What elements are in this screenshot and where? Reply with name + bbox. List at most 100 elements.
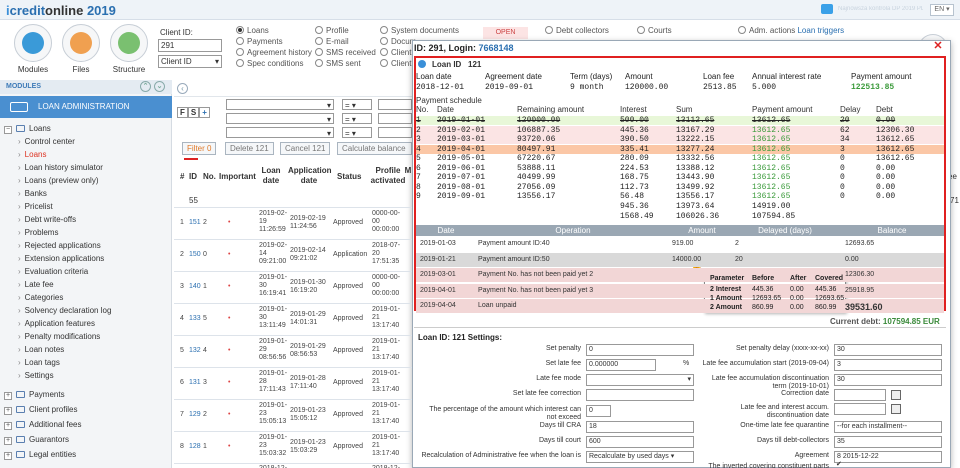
structure-button[interactable] (110, 24, 148, 62)
row-id[interactable]: 128 (189, 443, 201, 451)
sidebar-item-rejected-applications[interactable]: › Rejected applications (18, 239, 101, 252)
setting-input[interactable]: 30 (834, 344, 942, 356)
radio-profile[interactable]: Profile (315, 26, 349, 35)
setting-input[interactable] (834, 403, 886, 415)
col-m[interactable]: M (404, 166, 412, 175)
sidebar-item-penalty-modifications[interactable]: › Penalty modifications (18, 330, 100, 343)
chat-icon[interactable] (821, 4, 833, 14)
files-button[interactable] (62, 24, 100, 62)
setting-input[interactable]: 18 (586, 421, 694, 433)
collapse-up-icon[interactable]: ⌃ (140, 81, 151, 92)
setting-input[interactable]: 35 (834, 436, 942, 448)
calendar-icon[interactable] (891, 404, 901, 414)
sidebar-group-payments[interactable]: + Payments (4, 388, 65, 401)
language-select[interactable]: EN ▾ (930, 4, 954, 16)
close-icon[interactable]: ✕ (933, 40, 943, 52)
radio-system-documents[interactable]: System documents (380, 26, 459, 35)
radio-loans[interactable]: Loans (236, 26, 269, 35)
sidebar-item-settings[interactable]: › Settings (18, 369, 54, 382)
setting-checkbox[interactable]: ✔ (836, 461, 844, 468)
cancel-button[interactable]: Cancel 121 (280, 142, 331, 155)
col-application-date[interactable]: Application date (288, 166, 332, 186)
sidebar-item-problems[interactable]: › Problems (18, 226, 58, 239)
radio-sms-received[interactable]: SMS received (315, 48, 376, 57)
radio-client-a[interactable]: Client (380, 48, 411, 57)
setting-input[interactable]: 0 (586, 344, 694, 356)
setting-input[interactable]: 30 (834, 374, 942, 386)
loan-id-heading[interactable]: Loan ID 121 (418, 60, 481, 69)
filter-op-3[interactable]: = ▾ (342, 127, 372, 138)
collapse-down-icon[interactable]: ⌄ (154, 81, 165, 92)
sidebar-group-client-profiles[interactable]: + Client profiles (4, 403, 77, 416)
row-id[interactable]: 131 (189, 379, 201, 387)
setting-input[interactable]: 0.000000 (586, 359, 656, 371)
row-important[interactable]: • (228, 411, 230, 419)
filter-button[interactable]: Filter 0 (182, 142, 217, 155)
sidebar-item-loans[interactable]: › Loans (18, 148, 46, 161)
row-id[interactable]: 133 (189, 315, 201, 323)
col-status[interactable]: Status (337, 172, 361, 181)
col-no[interactable]: No. (203, 172, 216, 181)
sidebar-item-application-features[interactable]: › Application features (18, 317, 95, 330)
sidebar-item-control-center[interactable]: › Control center (18, 135, 75, 148)
radio-adm-actions[interactable]: Adm. actions Loan triggers (738, 26, 844, 35)
back-icon[interactable]: ‹ (177, 83, 188, 94)
sidebar-item-evaluation-criteria[interactable]: › Evaluation criteria (18, 265, 88, 278)
col-profile-activated[interactable]: Profile activated (370, 166, 406, 186)
radio-courts[interactable]: Courts (637, 26, 672, 35)
row-id[interactable]: 129 (189, 411, 201, 419)
client-search-type-select[interactable]: Client ID ▾ (158, 55, 222, 68)
row-id[interactable]: 151 (189, 219, 201, 227)
filter-op-1[interactable]: = ▾ (342, 99, 372, 110)
sidebar-item-loan-history-simulator[interactable]: › Loan history simulator (18, 161, 103, 174)
filter-field-1[interactable]: ▾ (226, 99, 334, 110)
setting-input[interactable]: 0 (586, 405, 611, 417)
row-important[interactable]: • (228, 251, 230, 259)
row-important[interactable]: • (228, 219, 230, 227)
app-logo[interactable]: icreditonline 2019 (6, 3, 116, 18)
row-id[interactable]: 132 (189, 347, 201, 355)
filter-value-1[interactable] (378, 99, 412, 110)
setting-input[interactable] (834, 389, 886, 401)
setting-input[interactable]: 600 (586, 436, 694, 448)
col-important[interactable]: Important (219, 172, 256, 181)
col-id[interactable]: ID (189, 172, 197, 181)
sidebar-item-loan-tags[interactable]: › Loan tags (18, 356, 60, 369)
setting-select[interactable]: ▾ (586, 374, 694, 386)
row-important[interactable]: • (228, 347, 230, 355)
row-important[interactable]: • (228, 443, 230, 451)
open-badge[interactable]: OPEN (483, 27, 528, 39)
sidebar-group-additional-fees[interactable]: + Additional fees (4, 418, 81, 431)
modules-button[interactable] (14, 24, 52, 62)
sidebar-item-solvency-declaration-log[interactable]: › Solvency declaration log (18, 304, 111, 317)
setting-input[interactable] (586, 389, 694, 401)
setting-select[interactable]: --for each installment-- (834, 421, 942, 433)
sidebar-item-pricelist[interactable]: › Pricelist (18, 200, 53, 213)
delete-button[interactable]: Delete 121 (225, 142, 274, 155)
client-id-input[interactable]: 291 (158, 39, 222, 52)
radio-payments[interactable]: Payments (236, 37, 283, 46)
row-id[interactable]: 140 (189, 283, 201, 291)
calendar-icon[interactable] (891, 390, 901, 400)
sidebar-item-loan-notes[interactable]: › Loan notes (18, 343, 64, 356)
sidebar-item-loans-preview-only-[interactable]: › Loans (preview only) (18, 174, 98, 187)
sidebar-group-guarantors[interactable]: + Guarantors (4, 433, 69, 446)
sidebar-group-loans[interactable]: − Loans (4, 122, 51, 135)
radio-spec-conditions[interactable]: Spec conditions (236, 59, 303, 68)
sidebar-item-banks[interactable]: › Banks (18, 187, 47, 200)
sidebar-item-late-fee[interactable]: › Late fee (18, 278, 54, 291)
loan-triggers-link[interactable]: Loan triggers (797, 26, 844, 35)
row-important[interactable]: • (228, 283, 230, 291)
sidebar-item-extension-applications[interactable]: › Extension applications (18, 252, 104, 265)
radio-debt-collectors[interactable]: Debt collectors (545, 26, 609, 35)
sidebar-group-legal-entities[interactable]: + Legal entities (4, 448, 76, 461)
sidebar-item-categories[interactable]: › Categories (18, 291, 63, 304)
setting-select[interactable]: 8 2015-12-22 (834, 451, 942, 463)
setting-select[interactable]: Recalculate by used days ▾ (586, 451, 694, 463)
row-important[interactable]: • (228, 379, 230, 387)
sidebar-section-loan-administration[interactable]: LOAN ADMINISTRATION (0, 96, 172, 118)
row-important[interactable]: • (228, 315, 230, 323)
filter-op-2[interactable]: = ▾ (342, 113, 372, 124)
radio-agreement-history[interactable]: Agreement history (236, 48, 312, 57)
sidebar-item-debt-write-offs[interactable]: › Debt write-offs (18, 213, 76, 226)
